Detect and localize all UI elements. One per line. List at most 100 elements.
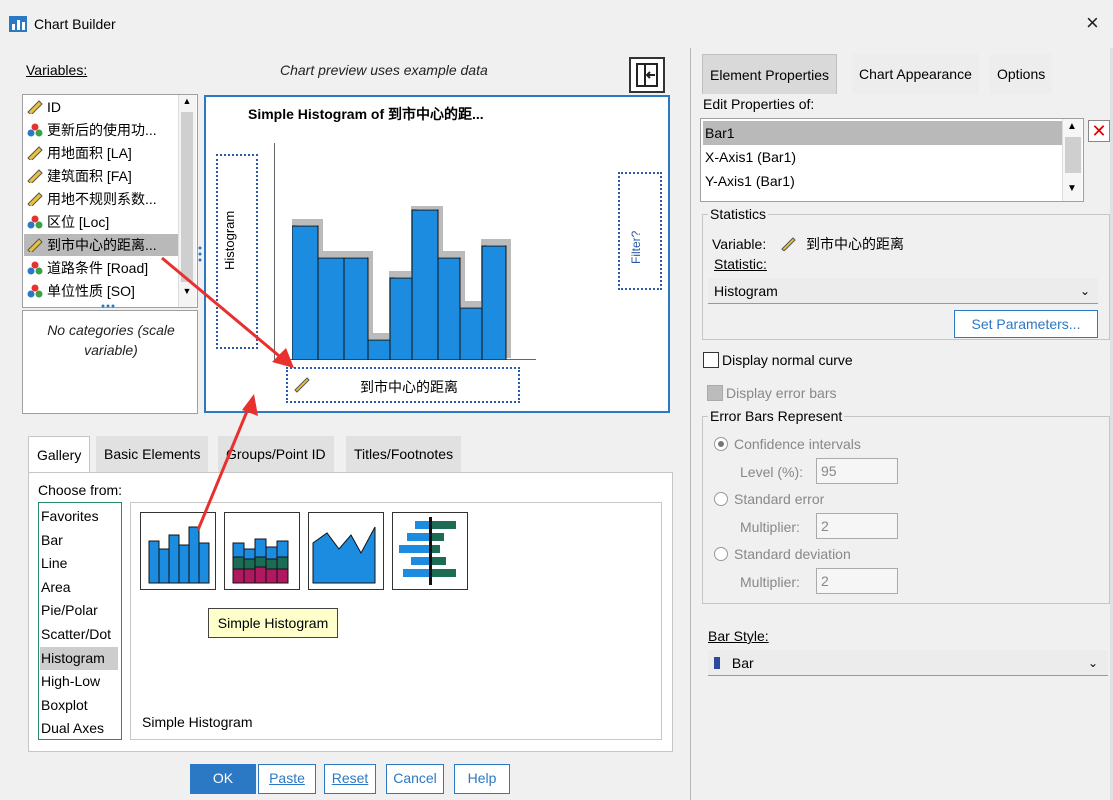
preview-bar bbox=[459, 307, 483, 360]
tab-element-properties[interactable]: Element Properties bbox=[702, 54, 838, 94]
resize-grip-side-icon[interactable] bbox=[198, 245, 202, 263]
chart-type-item[interactable]: Favorites bbox=[40, 505, 118, 528]
tab-chart-appearance[interactable]: Chart Appearance bbox=[852, 54, 979, 94]
variable-item[interactable]: 到市中心的距离... bbox=[24, 234, 180, 256]
preview-bar bbox=[367, 339, 391, 360]
props-scroll-down-icon[interactable]: ▼ bbox=[1067, 183, 1077, 194]
tab-groups-point-id[interactable]: Groups/Point ID bbox=[218, 436, 334, 472]
cancel-button[interactable]: Cancel bbox=[386, 764, 444, 794]
display-normal-curve-label: Display normal curve bbox=[722, 352, 853, 368]
bar-style-value: Bar bbox=[731, 655, 754, 671]
preview-bar bbox=[343, 257, 369, 360]
chart-type-item[interactable]: Pie/Polar bbox=[40, 599, 118, 622]
se-multiplier-input[interactable]: 2 bbox=[816, 513, 898, 539]
scroll-up-arrow-icon[interactable]: ▲ bbox=[178, 96, 196, 110]
frequency-polygon-thumbnail[interactable] bbox=[308, 512, 384, 590]
chart-type-item[interactable]: Histogram bbox=[40, 646, 118, 670]
chevron-down-icon: ⌄ bbox=[1079, 284, 1090, 298]
categories-note: No categories (scale variable) bbox=[47, 322, 175, 358]
tab-gallery[interactable]: Gallery bbox=[28, 436, 91, 472]
variable-item-label: 到市中心的距离... bbox=[47, 237, 157, 253]
window-title: Chart Builder bbox=[34, 16, 116, 32]
prop-item-y-axis1[interactable]: Y-Axis1 (Bar1) bbox=[703, 169, 1065, 193]
confidence-intervals-label: Confidence intervals bbox=[734, 436, 861, 452]
standard-deviation-label: Standard deviation bbox=[734, 546, 851, 562]
scale-ruler-icon bbox=[27, 169, 43, 183]
tab-groups-point-id-label: Groups/Point ID bbox=[226, 446, 326, 462]
scale-ruler-icon bbox=[27, 100, 43, 114]
help-button[interactable]: Help bbox=[454, 764, 510, 794]
variable-item[interactable]: 更新后的使用功... bbox=[26, 119, 157, 141]
preview-histogram-bars bbox=[292, 206, 511, 360]
variable-item-label: 用地面积 [LA] bbox=[47, 145, 132, 161]
scale-ruler-icon bbox=[27, 146, 43, 160]
delete-element-button[interactable]: ✕ bbox=[1088, 120, 1110, 142]
scale-ruler-icon bbox=[294, 377, 310, 393]
simple-histogram-thumbnail[interactable] bbox=[140, 512, 216, 590]
tab-options-label: Options bbox=[997, 66, 1046, 82]
chart-type-item[interactable]: High-Low bbox=[40, 670, 118, 693]
variable-field-value: 到市中心的距离 bbox=[806, 236, 904, 252]
stacked-histogram-thumbnail[interactable] bbox=[224, 512, 300, 590]
chart-type-item[interactable]: Dual Axes bbox=[40, 717, 118, 740]
sd-multiplier-input[interactable]: 2 bbox=[816, 568, 898, 594]
simple-histogram-icon bbox=[148, 526, 210, 584]
paste-button[interactable]: Paste bbox=[258, 764, 316, 794]
display-error-bars-checkbox[interactable] bbox=[707, 385, 723, 401]
scale-ruler-icon bbox=[27, 192, 43, 206]
choose-from-label: Choose from: bbox=[38, 482, 123, 498]
prop-item-x-axis1[interactable]: X-Axis1 (Bar1) bbox=[703, 145, 1065, 169]
variable-item-label: 单位性质 [SO] bbox=[47, 283, 135, 299]
prop-item-bar1[interactable]: Bar1 bbox=[703, 121, 1065, 145]
scroll-thumb[interactable] bbox=[181, 112, 193, 282]
statistic-select[interactable]: Histogram ⌄ bbox=[708, 278, 1098, 304]
bar-style-label-text: Bar Style: bbox=[708, 628, 769, 644]
nominal-shapes-icon bbox=[27, 215, 43, 229]
tab-basic-elements[interactable]: Basic Elements bbox=[96, 436, 209, 472]
chart-type-item[interactable]: Line bbox=[40, 552, 118, 575]
standard-deviation-radio[interactable] bbox=[714, 547, 728, 561]
statistic-label: Statistic: bbox=[714, 256, 767, 272]
preview-bar bbox=[317, 257, 345, 360]
chart-type-item[interactable]: Boxplot bbox=[40, 694, 118, 717]
x-axis-variable-label: 到市中心的距离 bbox=[360, 379, 458, 395]
panel-divider[interactable] bbox=[690, 48, 691, 800]
reset-button[interactable]: Reset bbox=[324, 764, 376, 794]
properties-list[interactable]: Bar1 X-Axis1 (Bar1) Y-Axis1 (Bar1) bbox=[700, 118, 1084, 202]
chart-type-item[interactable]: Bar bbox=[40, 529, 118, 552]
confidence-intervals-radio[interactable] bbox=[714, 437, 728, 451]
properties-scrollbar[interactable]: ▲ ▼ bbox=[1062, 119, 1082, 201]
set-parameters-button[interactable]: Set Parameters... bbox=[954, 310, 1098, 338]
props-scroll-thumb[interactable] bbox=[1065, 137, 1081, 173]
preview-bar bbox=[481, 245, 507, 360]
bar-swatch-icon bbox=[714, 657, 720, 669]
props-scroll-up-icon[interactable]: ▲ bbox=[1067, 121, 1077, 132]
resize-grip-icon[interactable] bbox=[100, 304, 116, 308]
variable-item[interactable]: 用地面积 [LA] bbox=[26, 142, 132, 164]
frequency-polygon-icon bbox=[312, 526, 376, 584]
variable-item[interactable]: ID bbox=[26, 96, 61, 118]
level-input[interactable]: 95 bbox=[816, 458, 898, 484]
variable-item-label: 道路条件 [Road] bbox=[47, 260, 149, 276]
chart-type-item[interactable]: Scatter/Dot bbox=[40, 623, 118, 646]
variable-item-label: ID bbox=[47, 99, 61, 115]
tab-options[interactable]: Options bbox=[990, 54, 1053, 94]
variable-item[interactable]: 区位 [Loc] bbox=[26, 211, 109, 233]
y-axis-drop-label: Histogram bbox=[222, 210, 237, 270]
close-window-button[interactable]: × bbox=[1086, 12, 1099, 34]
statistics-legend: Statistics bbox=[708, 206, 769, 222]
chart-type-item[interactable]: Area bbox=[40, 576, 118, 599]
bar-style-select[interactable]: Bar ⌄ bbox=[708, 650, 1108, 676]
variable-item[interactable]: 单位性质 [SO] bbox=[26, 280, 135, 302]
ok-button[interactable]: OK bbox=[190, 764, 256, 794]
population-pyramid-thumbnail[interactable] bbox=[392, 512, 468, 590]
tab-titles-footnotes[interactable]: Titles/Footnotes bbox=[346, 436, 462, 472]
display-normal-curve-checkbox[interactable] bbox=[703, 352, 719, 368]
variable-item-label: 区位 [Loc] bbox=[47, 214, 110, 230]
variable-item[interactable]: 用地不规则系数... bbox=[26, 188, 157, 210]
preview-options-button[interactable] bbox=[629, 57, 665, 93]
standard-error-radio[interactable] bbox=[714, 492, 728, 506]
variable-item[interactable]: 道路条件 [Road] bbox=[26, 257, 148, 279]
scroll-down-arrow-icon[interactable]: ▼ bbox=[178, 286, 196, 300]
variable-item[interactable]: 建筑面积 [FA] bbox=[26, 165, 132, 187]
